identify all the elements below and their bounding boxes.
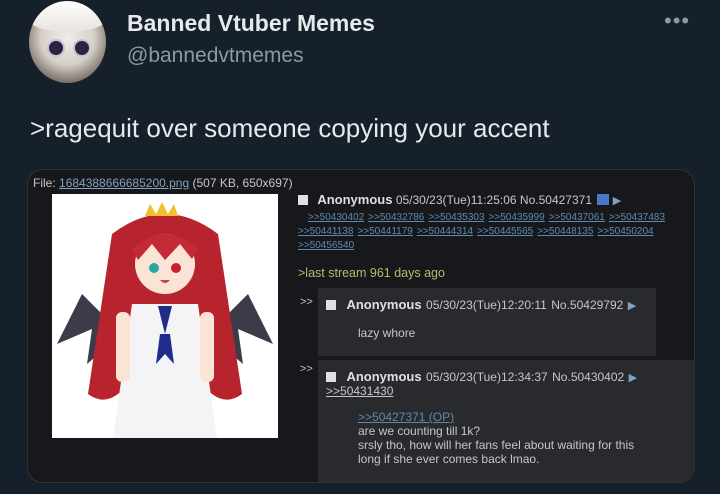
- backlink[interactable]: >>50450204: [597, 226, 653, 237]
- post-image[interactable]: [52, 194, 278, 438]
- reply-post: Anonymous 05/30/23(Tue)12:34:37 No.50430…: [318, 360, 694, 482]
- file-line: File: 1684388666685200.png (507 KB, 650x…: [33, 176, 293, 190]
- post-number[interactable]: No.50430402: [552, 370, 624, 384]
- poster-name: Anonymous: [346, 297, 422, 312]
- post-checkbox[interactable]: [298, 195, 308, 205]
- backlink[interactable]: >>50435303: [428, 212, 484, 223]
- reply-marker: >>: [300, 363, 313, 375]
- post-checkbox[interactable]: [326, 372, 336, 382]
- backlinks-row: >>50430402 >>50432786 >>50435303 >>50435999…: [308, 211, 688, 225]
- post-checkbox[interactable]: [326, 300, 336, 310]
- op-header: Anonymous 05/30/23(Tue)11:25:06 No.50427…: [298, 192, 688, 207]
- backlink[interactable]: >>50437061: [549, 212, 605, 223]
- post-number[interactable]: No.50429792: [551, 298, 623, 312]
- backlink[interactable]: >>50441179: [357, 226, 412, 237]
- triangle-right-icon[interactable]: ▶: [628, 300, 636, 312]
- tweet-text: >ragequit over someone copying your acce…: [30, 113, 550, 143]
- reply-body-line: srsly tho, how will her fans feel about …: [358, 438, 635, 452]
- file-label: File:: [33, 176, 56, 190]
- backlink[interactable]: >>50430402: [308, 212, 364, 223]
- triangle-right-icon[interactable]: ▶: [629, 372, 637, 384]
- backlink[interactable]: >>50456540: [298, 240, 354, 251]
- backlinks: >>50430402 >>50432786 >>50435303 >>50435999…: [298, 211, 688, 253]
- backlink[interactable]: >>50431430: [326, 384, 393, 398]
- anime-girl-illustration: [57, 202, 273, 438]
- user-handle[interactable]: @bannedvtmemes: [127, 44, 304, 68]
- triangle-right-icon[interactable]: ▶: [613, 195, 621, 207]
- op-post: Anonymous 05/30/23(Tue)11:25:06 No.50427…: [298, 192, 688, 253]
- reply-post: Anonymous 05/30/23(Tue)12:20:11 No.50429…: [318, 288, 656, 356]
- poster-name: Anonymous: [317, 192, 393, 207]
- reply-body-line: long if she ever comes back lmao.: [358, 452, 540, 466]
- backlink[interactable]: >>50445565: [477, 226, 533, 237]
- reply-body-line: are we counting till 1k?: [358, 424, 481, 438]
- reply-header: Anonymous 05/30/23(Tue)12:20:11 No.50429…: [326, 296, 636, 314]
- display-name[interactable]: Banned Vtuber Memes: [127, 10, 375, 37]
- more-dots-icon[interactable]: •••: [664, 8, 690, 34]
- post-datetime: 05/30/23(Tue)12:34:37: [426, 370, 548, 384]
- avatar[interactable]: [29, 1, 106, 83]
- reply-marker: >>: [300, 296, 313, 308]
- backlink[interactable]: >>50437483: [609, 212, 665, 223]
- tweet-media[interactable]: File: 1684388666685200.png (507 KB, 650x…: [27, 169, 695, 483]
- poster-name: Anonymous: [346, 369, 422, 384]
- file-info: (507 KB, 650x697): [192, 176, 293, 190]
- backlinks-row: >>50441138 >>50441179 >>50444314 >>50445565…: [298, 225, 688, 239]
- avatar-hair: [29, 1, 106, 31]
- flag-icon: [597, 194, 610, 205]
- avatar-eye: [47, 39, 65, 57]
- post-datetime: 05/30/23(Tue)12:20:11: [426, 298, 547, 312]
- avatar-eye: [73, 39, 91, 57]
- reply-body: lazy whore: [358, 326, 416, 340]
- post-datetime: 05/30/23(Tue)11:25:06: [395, 193, 517, 207]
- backlink[interactable]: >>50444314: [417, 226, 473, 237]
- backlink[interactable]: >>50435999: [489, 212, 545, 223]
- backlink[interactable]: >>50441138: [298, 226, 353, 237]
- quote-link[interactable]: >>50427371 (OP): [358, 410, 454, 424]
- backlink[interactable]: >>50432786: [368, 212, 424, 223]
- post-number[interactable]: No.50427371: [520, 193, 592, 207]
- file-link[interactable]: 1684388666685200.png: [59, 176, 189, 190]
- backlinks-row: >>50456540: [298, 239, 688, 253]
- greentext: >last stream 961 days ago: [298, 266, 445, 280]
- backlink[interactable]: >>50448135: [537, 226, 593, 237]
